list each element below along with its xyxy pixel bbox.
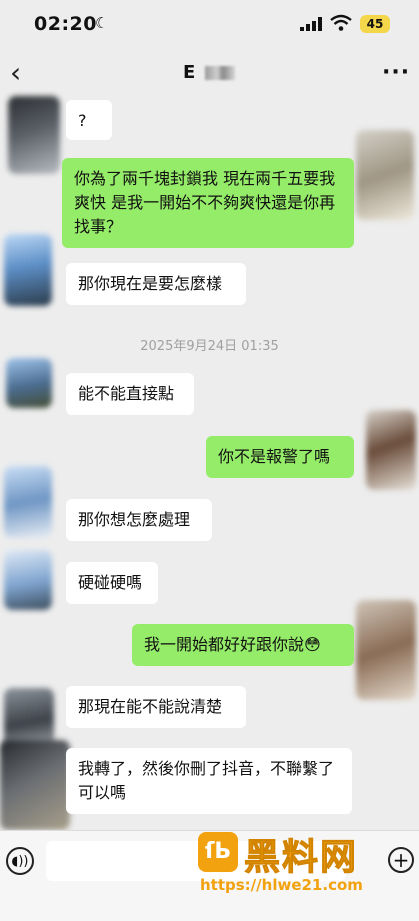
contact-avatar[interactable]	[8, 96, 60, 174]
watermark-text: 黑料网	[243, 837, 359, 879]
received-message-bubble[interactable]: 那你現在是要怎麼樣	[66, 263, 246, 305]
sent-message-bubble[interactable]: 你為了兩千塊封鎖我 現在兩千五要我爽快 是我一開始不不夠爽快還是你再找事？	[62, 158, 354, 248]
contact-avatar[interactable]	[4, 466, 52, 538]
message-text: 我一開始都好好跟你說	[144, 635, 305, 654]
contact-avatar[interactable]	[6, 358, 52, 408]
voice-input-icon[interactable]: ◖))	[6, 847, 34, 875]
watermark-url: https://hlwe21.com	[200, 876, 363, 894]
flushed-face-emoji-icon: 😳	[304, 635, 321, 654]
message-text: ?	[78, 111, 87, 130]
contact-avatar[interactable]	[4, 550, 52, 610]
signal-icon	[300, 17, 322, 31]
message-text: 硬碰硬嗎	[78, 573, 143, 592]
message-text: 那你現在是要怎麼樣	[78, 274, 223, 293]
watermark-logo: ſЬ	[198, 832, 238, 872]
more-options-icon[interactable]: ···	[382, 60, 410, 85]
wifi-icon	[330, 14, 352, 31]
received-message-bubble[interactable]: 那現在能不能說清楚	[66, 686, 246, 728]
self-avatar[interactable]	[356, 130, 414, 220]
chat-header: ‹ E ···	[0, 52, 419, 98]
status-time: 02:20	[34, 13, 97, 35]
received-message-bubble[interactable]: 能不能直接點	[66, 373, 194, 415]
redacted-name	[205, 66, 235, 80]
sent-message-bubble[interactable]: 我一開始都好好跟你說😳	[132, 624, 354, 666]
contact-avatar[interactable]	[0, 740, 70, 830]
moon-icon: ☾	[95, 14, 109, 32]
chat-timestamp: 2025年9月24日 01:35	[140, 339, 279, 354]
message-text: 你為了兩千塊封鎖我 現在兩千五要我爽快 是我一開始不不夠爽快還是你再找事？	[74, 169, 336, 236]
received-message-bubble[interactable]: 我轉了，然後你刪了抖音，不聯繫了可以嗎	[66, 748, 352, 814]
back-arrow-icon[interactable]: ‹	[10, 56, 21, 89]
chat-title: E	[183, 62, 196, 83]
message-text: 那你想怎麼處理	[78, 510, 191, 529]
message-text: 那現在能不能說清楚	[78, 697, 223, 716]
message-text: 你不是報警了嗎	[218, 447, 331, 466]
received-message-bubble[interactable]: 那你想怎麼處理	[66, 499, 212, 541]
battery-indicator: 45	[360, 15, 390, 33]
received-message-bubble[interactable]: ?	[66, 100, 112, 140]
contact-avatar[interactable]	[4, 234, 52, 306]
message-text: 能不能直接點	[78, 384, 175, 403]
add-more-icon[interactable]: +	[388, 847, 414, 873]
sent-message-bubble[interactable]: 你不是報警了嗎	[206, 436, 354, 478]
status-bar: 02:20 ☾ 45	[0, 0, 419, 52]
self-avatar[interactable]	[356, 600, 416, 700]
message-text: 我轉了，然後你刪了抖音，不聯繫了可以嗎	[78, 759, 335, 802]
self-avatar[interactable]	[366, 410, 416, 490]
received-message-bubble[interactable]: 硬碰硬嗎	[66, 562, 158, 604]
